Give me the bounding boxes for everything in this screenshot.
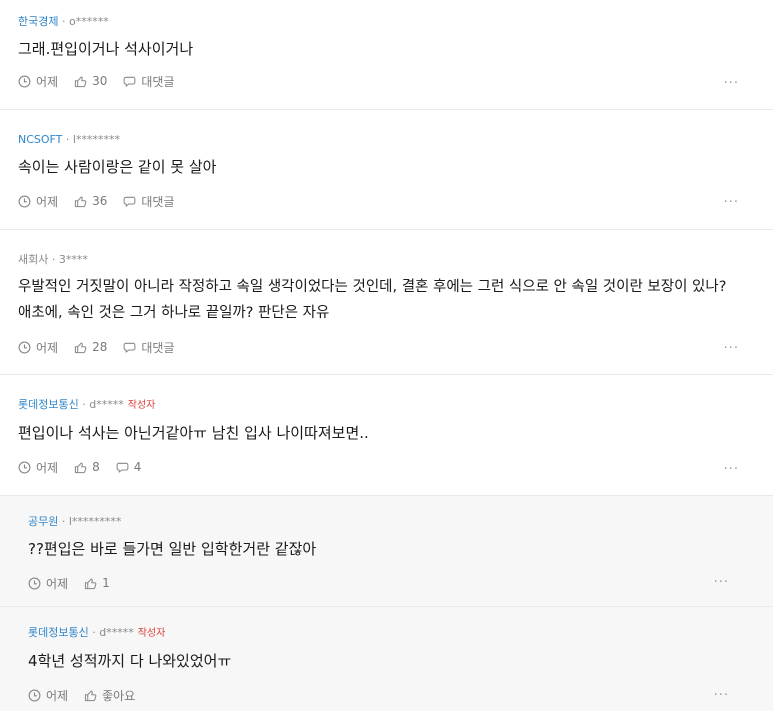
comment-meta: NCSOFT · l******** — [18, 132, 741, 148]
comment-meta: 롯데정보통신 · d***** 작성자 — [28, 625, 729, 642]
like-count: 36 — [92, 194, 108, 208]
clock-icon — [18, 75, 31, 87]
meta-separator: · — [48, 253, 59, 266]
clock-icon — [28, 689, 41, 701]
like-count: 28 — [92, 340, 108, 354]
comment-item: NCSOFT · l******** 속이는 사람이랑은 같이 못 살아 어제 … — [0, 110, 773, 230]
comment-text: 4학년 성적까지 다 나와있었어ㅠ — [28, 652, 232, 670]
time-text: 어제 — [36, 194, 59, 209]
comment-list: 한국경제 · o****** 그래.편입이거나 석사이거나 어제 30 대댓글 … — [0, 0, 773, 711]
company-name[interactable]: 롯데정보통신 — [28, 626, 89, 639]
author-badge: 작성자 — [137, 628, 166, 639]
meta-separator: · — [88, 626, 100, 639]
reply-label: 대댓글 — [141, 340, 175, 355]
speech-bubble-icon — [123, 196, 136, 207]
company-name[interactable]: 한국경제 — [18, 15, 58, 28]
reply-item: 공무원 · l********* ??편입은 바로 들가면 일반 입학한거란 같… — [0, 496, 773, 607]
time-label: 어제 — [18, 339, 58, 356]
more-options-button[interactable]: ··· — [714, 689, 729, 702]
comment-actions: 어제 1 — [28, 574, 729, 592]
comment-meta: 공무원 · l********* — [28, 514, 729, 530]
user-name: o****** — [68, 15, 109, 28]
comment-item: 새회사 · 3**** 우발적인 거짓말이 아니라 작정하고 속일 생각이었다는… — [0, 230, 773, 375]
thumbs-up-icon — [74, 342, 87, 353]
time-text: 어제 — [46, 688, 69, 703]
clock-icon — [18, 341, 31, 353]
comment-text: 그래.편입이거나 석사이거나 — [18, 40, 194, 58]
comment-text: 우발적인 거짓말이 아니라 작정하고 속일 생각이었다는 것인데, 결혼 후에는… — [18, 279, 727, 321]
comment-text: ??편입은 바로 들가면 일반 입학한거란 같잖아 — [28, 540, 317, 558]
time-label: 어제 — [28, 687, 68, 704]
like-button[interactable]: 36 — [74, 194, 107, 208]
comment-actions: 어제 36 대댓글 — [18, 192, 741, 210]
like-label: 좋아요 — [102, 688, 136, 703]
comment-meta: 한국경제 · o****** — [18, 14, 741, 30]
more-options-button[interactable]: ··· — [714, 576, 729, 589]
comment-actions: 어제 8 4 — [18, 458, 741, 476]
reply-button[interactable]: 대댓글 — [123, 193, 175, 210]
time-label: 어제 — [28, 575, 68, 592]
reply-count: 4 — [133, 460, 142, 474]
company-name[interactable]: 새회사 — [18, 253, 48, 266]
like-count: 30 — [92, 74, 108, 88]
like-button[interactable]: 1 — [84, 576, 110, 590]
time-text: 어제 — [36, 340, 59, 355]
time-label: 어제 — [18, 193, 58, 210]
reply-button[interactable]: 4 — [116, 460, 142, 474]
thumbs-up-icon — [74, 196, 87, 207]
speech-bubble-icon — [123, 76, 136, 87]
comment-text: 편입이나 석사는 아닌거같아ㅠ 남친 입사 나이따져보면.. — [18, 424, 369, 442]
more-options-button[interactable]: ··· — [724, 77, 739, 90]
clock-icon — [28, 577, 41, 589]
like-count: 1 — [102, 576, 110, 590]
user-name: d***** — [99, 626, 134, 639]
comment-actions: 어제 좋아요 — [28, 686, 729, 704]
author-badge: 작성자 — [127, 400, 156, 411]
like-button[interactable]: 30 — [74, 74, 107, 88]
thumbs-up-icon — [74, 76, 87, 87]
thumbs-up-icon — [74, 462, 87, 473]
like-button[interactable]: 8 — [74, 460, 100, 474]
company-name[interactable]: NCSOFT — [18, 133, 62, 146]
comment-actions: 어제 28 대댓글 — [18, 338, 741, 356]
company-name[interactable]: 롯데정보통신 — [18, 398, 79, 411]
comment-actions: 어제 30 대댓글 — [18, 72, 741, 90]
company-name[interactable]: 공무원 — [28, 515, 58, 528]
reply-button[interactable]: 대댓글 — [123, 73, 175, 90]
speech-bubble-icon — [116, 462, 129, 473]
more-options-button[interactable]: ··· — [724, 342, 739, 355]
like-button[interactable]: 좋아요 — [84, 687, 135, 704]
user-name: 3**** — [58, 253, 88, 266]
comment-item: 롯데정보통신 · d***** 작성자 편입이나 석사는 아닌거같아ㅠ 남친 입사… — [0, 375, 773, 496]
comment-meta: 새회사 · 3**** — [18, 252, 741, 268]
time-label: 어제 — [18, 73, 58, 90]
clock-icon — [18, 195, 31, 207]
user-name: d***** — [89, 398, 124, 411]
thumbs-up-icon — [84, 578, 97, 589]
meta-separator: · — [58, 15, 69, 28]
clock-icon — [18, 461, 31, 473]
reply-item: 롯데정보통신 · d***** 작성자 4학년 성적까지 다 나와있었어ㅠ 어제 … — [0, 607, 773, 711]
user-name: l******** — [72, 133, 120, 146]
time-text: 어제 — [36, 74, 59, 89]
reply-label: 대댓글 — [141, 74, 175, 89]
time-text: 어제 — [46, 576, 69, 591]
meta-separator: · — [78, 398, 90, 411]
comment-item: 한국경제 · o****** 그래.편입이거나 석사이거나 어제 30 대댓글 … — [0, 0, 773, 110]
meta-separator: · — [62, 133, 73, 146]
more-options-button[interactable]: ··· — [724, 196, 739, 209]
reply-label: 대댓글 — [141, 194, 175, 209]
speech-bubble-icon — [123, 342, 136, 353]
like-count: 8 — [92, 460, 100, 474]
reply-button[interactable]: 대댓글 — [123, 339, 175, 356]
time-label: 어제 — [18, 459, 58, 476]
user-name: l********* — [68, 515, 122, 528]
more-options-button[interactable]: ··· — [724, 463, 739, 476]
meta-separator: · — [58, 515, 69, 528]
thumbs-up-icon — [84, 690, 97, 701]
like-button[interactable]: 28 — [74, 340, 107, 354]
time-text: 어제 — [36, 460, 59, 475]
comment-meta: 롯데정보통신 · d***** 작성자 — [18, 397, 741, 414]
comment-text: 속이는 사람이랑은 같이 못 살아 — [18, 158, 217, 176]
